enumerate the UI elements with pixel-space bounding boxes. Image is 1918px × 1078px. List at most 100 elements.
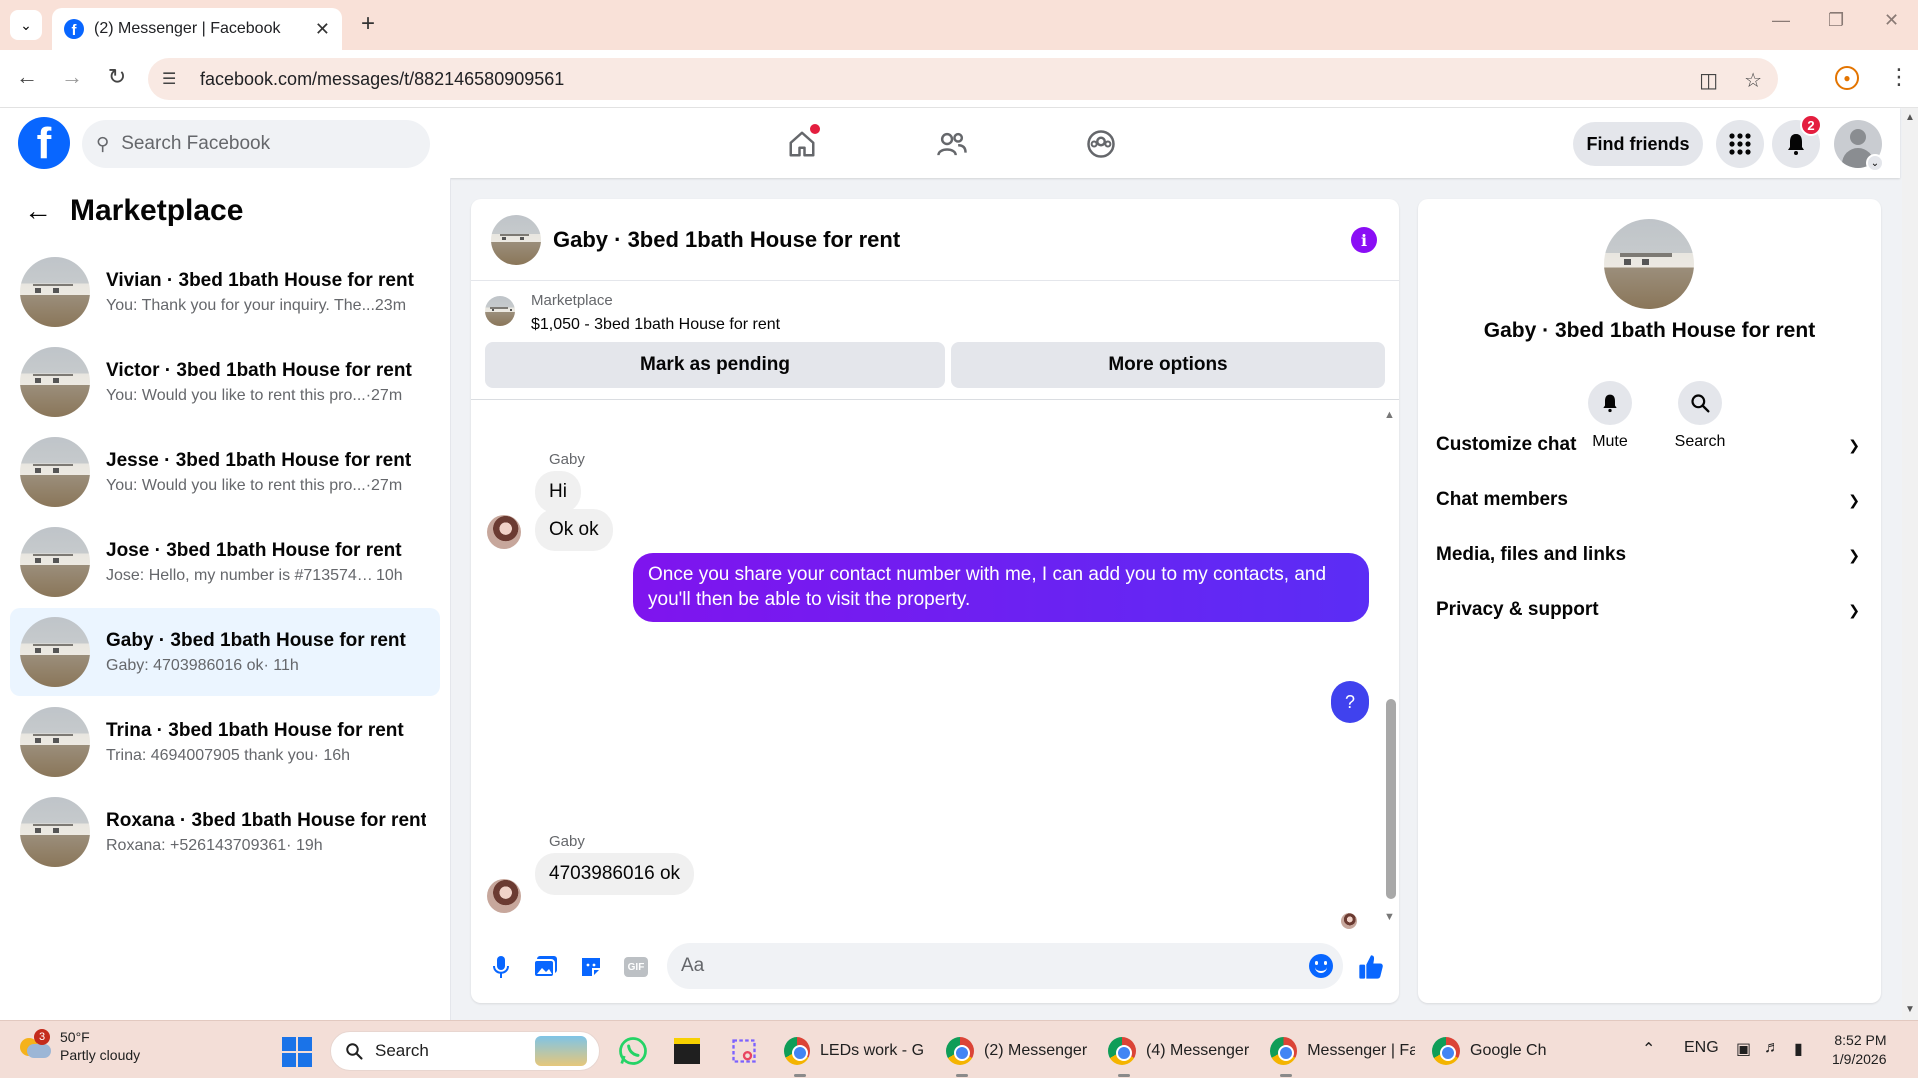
conversation-item[interactable]: Jesse · 3bed 1bath House for rent You: Wo… <box>10 428 440 516</box>
conversation-item[interactable]: Vivian · 3bed 1bath House for rent You: T… <box>10 248 440 336</box>
customize-chat-section[interactable]: Customize chat ❯ <box>1436 421 1866 469</box>
volume-icon[interactable]: ♬ <box>1764 1039 1780 1057</box>
chrome-taskbar-app[interactable]: LEDs work - Gc <box>784 1031 924 1077</box>
forward-button[interactable]: → <box>57 64 87 90</box>
groups-nav-button[interactable] <box>1079 122 1123 166</box>
menu-button[interactable] <box>1716 120 1764 168</box>
conversation-item[interactable]: Jose · 3bed 1bath House for rent Jose: He… <box>10 518 440 606</box>
conversation-item[interactable]: Trina · 3bed 1bath House for rent Trina: … <box>10 698 440 786</box>
media-files-links-section[interactable]: Media, files and links ❯ <box>1436 531 1866 579</box>
info-icon[interactable]: i <box>1351 227 1377 253</box>
address-bar[interactable]: ☰ facebook.com/messages/t/88214658090956… <box>148 58 1778 100</box>
windows-start-icon[interactable] <box>282 1037 312 1067</box>
conversation-item[interactable]: Victor · 3bed 1bath House for rent You: W… <box>10 338 440 426</box>
clock[interactable]: 8:52 PM 1/9/2026 <box>1832 1031 1887 1069</box>
chrome-icon <box>1432 1037 1460 1065</box>
tab-title: (2) Messenger | Facebook <box>94 20 281 37</box>
conversation-time: 10h <box>376 566 403 584</box>
close-window-button[interactable]: ✕ <box>1884 10 1899 31</box>
scroll-down-arrow-icon[interactable]: ▼ <box>1384 911 1395 923</box>
chrome-taskbar-app[interactable]: Messenger | Fa <box>1270 1031 1415 1077</box>
send-like-button[interactable] <box>1357 953 1385 986</box>
account-chevron-icon[interactable]: ⌄ <box>1866 154 1884 172</box>
friends-icon <box>937 132 967 156</box>
attach-photo-button[interactable] <box>532 953 560 981</box>
whatsapp-taskbar-app[interactable] <box>618 1031 648 1071</box>
details-avatar[interactable] <box>1604 219 1694 309</box>
incoming-message[interactable]: Hi <box>535 471 581 513</box>
home-nav-button[interactable] <box>780 122 824 166</box>
message-input-box[interactable] <box>667 943 1343 989</box>
scroll-up-arrow-icon[interactable]: ▲ <box>1384 409 1395 421</box>
sticky-notes-taskbar-app[interactable] <box>674 1031 700 1071</box>
chat-avatar[interactable] <box>491 214 541 265</box>
browser-tab-active[interactable]: f (2) Messenger | Facebook ✕ <box>52 8 342 50</box>
reload-button[interactable]: ↻ <box>102 64 132 90</box>
show-hidden-icons-icon[interactable]: ⌃ <box>1642 1039 1655 1059</box>
notifications-button[interactable]: 2 <box>1772 114 1822 168</box>
taskbar-app-label: Messenger | Fa <box>1307 1042 1415 1059</box>
back-button[interactable]: ← <box>12 64 42 90</box>
message-input[interactable] <box>681 955 1281 977</box>
taskbar-search[interactable]: Search <box>330 1031 600 1071</box>
minimize-button[interactable]: — <box>1772 10 1790 31</box>
sidebar-title: Marketplace <box>70 194 244 227</box>
more-options-button[interactable]: More options <box>951 342 1385 388</box>
facebook-search-box[interactable]: ⚲ <box>82 120 430 168</box>
chrome-taskbar-app[interactable]: (2) Messenger <box>946 1031 1096 1077</box>
outgoing-message[interactable]: ? <box>1331 681 1369 723</box>
privacy-support-section[interactable]: Privacy & support ❯ <box>1436 586 1866 634</box>
grid-menu-icon <box>1729 133 1751 155</box>
conversation-item[interactable]: Roxana · 3bed 1bath House for rent Roxana… <box>10 788 440 876</box>
gif-button[interactable]: GIF <box>622 953 650 981</box>
listing-name[interactable]: $1,050 - 3bed 1bath House for rent <box>531 316 780 334</box>
facebook-search-input[interactable] <box>121 133 382 155</box>
details-name: Gaby · 3bed 1bath House for rent <box>1483 319 1816 342</box>
page-scrollbar[interactable]: ▲ ▼ <box>1902 108 1918 1020</box>
mark-as-pending-button[interactable]: Mark as pending <box>485 342 945 388</box>
battery-icon[interactable]: ▮ <box>1794 1039 1803 1059</box>
sender-avatar[interactable] <box>487 879 521 913</box>
chrome-taskbar-app[interactable]: Google Ch <box>1432 1031 1557 1071</box>
browser-profile-icon[interactable]: ● <box>1835 66 1859 90</box>
home-notification-dot <box>810 124 820 134</box>
chat-title[interactable]: Gaby · 3bed 1bath House for rent <box>553 227 900 253</box>
chat-members-section[interactable]: Chat members ❯ <box>1436 476 1866 524</box>
friends-nav-button[interactable] <box>930 122 974 166</box>
facebook-logo-icon[interactable]: f <box>18 117 70 169</box>
back-arrow-icon[interactable]: ← <box>24 195 52 227</box>
network-icon[interactable]: ▣ <box>1736 1039 1751 1059</box>
listing-thumbnail[interactable] <box>485 296 515 326</box>
conversation-item[interactable]: Gaby · 3bed 1bath House for rent Gaby: 47… <box>10 608 440 696</box>
tab-close-icon[interactable]: ✕ <box>315 19 330 40</box>
emoji-icon[interactable] <box>1309 954 1333 978</box>
voice-clip-button[interactable] <box>487 953 515 981</box>
conversation-avatar <box>20 707 90 777</box>
chrome-taskbar-app[interactable]: (4) Messenger <box>1108 1031 1258 1077</box>
snipping-tool-taskbar-app[interactable] <box>730 1031 758 1071</box>
partly-cloudy-icon: 3 <box>20 1028 51 1062</box>
restore-button[interactable]: ❐ <box>1828 10 1844 31</box>
incoming-message[interactable]: 4703986016 ok <box>535 853 695 895</box>
tab-search-dropdown[interactable]: ⌄ <box>10 10 42 40</box>
incoming-message[interactable]: Ok ok <box>535 509 613 551</box>
scroll-down-arrow-icon[interactable]: ▼ <box>1905 1004 1915 1015</box>
search-icon <box>346 1043 363 1060</box>
scrollbar-thumb[interactable] <box>1386 699 1396 899</box>
outgoing-message[interactable]: Once you share your contact number with … <box>633 553 1369 623</box>
chevron-down-icon: ❯ <box>1848 491 1860 508</box>
new-tab-button[interactable]: + <box>352 10 384 38</box>
message-scrollbar[interactable]: ▲ ▼ <box>1384 409 1396 923</box>
scroll-up-arrow-icon[interactable]: ▲ <box>1905 112 1915 123</box>
sticker-button[interactable] <box>577 953 605 981</box>
sender-avatar[interactable] <box>487 515 521 549</box>
chat-panel: Gaby · 3bed 1bath House for rent i Marke… <box>471 199 1399 1003</box>
install-app-icon[interactable]: ◫ <box>1699 68 1718 93</box>
conversation-name: Jose · 3bed 1bath House for rent <box>106 539 402 561</box>
browser-menu-icon[interactable]: ⋮ <box>1888 64 1910 90</box>
site-info-icon[interactable]: ☰ <box>162 69 188 89</box>
language-indicator[interactable]: ENG <box>1684 1039 1719 1057</box>
find-friends-button[interactable]: Find friends <box>1573 122 1703 166</box>
weather-widget[interactable]: 3 50°F Partly cloudy <box>20 1028 140 1064</box>
bookmark-star-icon[interactable]: ☆ <box>1744 68 1762 93</box>
